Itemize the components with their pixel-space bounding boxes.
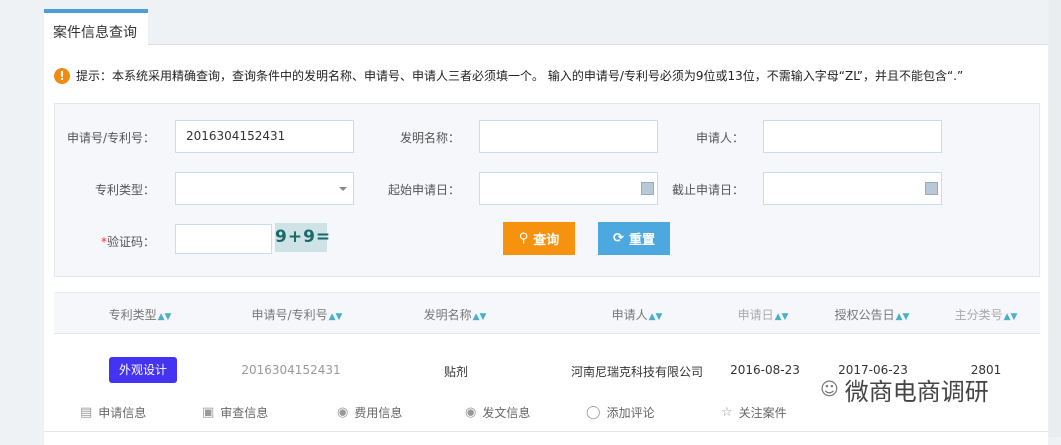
reset-button-label: 重置 xyxy=(628,233,655,248)
title-input[interactable] xyxy=(479,120,658,153)
reset-button[interactable]: ⟳ 重置 xyxy=(598,222,670,255)
header-app-date[interactable]: 申请日▲▼ xyxy=(738,306,789,323)
money-bag-icon: ◉ xyxy=(337,405,349,420)
type-select[interactable] xyxy=(175,172,354,205)
divider xyxy=(44,431,1048,432)
applicant-input[interactable] xyxy=(763,120,942,153)
warning-icon: ! xyxy=(54,67,70,84)
search-button-label: 查询 xyxy=(533,233,560,248)
sort-icon: ▲▼ xyxy=(157,312,172,322)
header-type[interactable]: 专利类型▲▼ xyxy=(109,306,172,323)
captcha-label: *验证码： xyxy=(45,233,155,250)
star-icon: ☆ xyxy=(721,405,733,420)
captcha-input[interactable] xyxy=(175,224,272,254)
search-icon: ⚲ xyxy=(518,231,529,246)
captcha-image[interactable]: 9+9= xyxy=(275,223,330,252)
header-title[interactable]: 发明名称▲▼ xyxy=(424,306,487,323)
refresh-icon: ⟳ xyxy=(613,231,624,246)
scrollbar[interactable] xyxy=(1049,0,1061,437)
notice-text: 提示：本系统采用精确查询，查询条件中的发明名称、申请号、申请人三者必须填一个。 … xyxy=(76,69,964,83)
start-date-input[interactable] xyxy=(479,172,658,205)
app-no-value: 2016304152431 xyxy=(186,129,286,143)
notice: ! 提示：本系统采用精确查询，查询条件中的发明名称、申请号、申请人三者必须填一个… xyxy=(54,67,963,84)
watermark: ☺ 微商电商调研 xyxy=(820,378,989,406)
app-no-label: 申请号/专利号： xyxy=(66,131,155,145)
header-grant-date[interactable]: 授权公告日▲▼ xyxy=(835,306,910,323)
end-date-input[interactable] xyxy=(763,172,942,205)
header-class[interactable]: 主分类号▲▼ xyxy=(955,306,1018,323)
title-cell: 贴剂 xyxy=(443,365,469,379)
start-date-label: 起始申请日： xyxy=(387,183,460,197)
action-review-info[interactable]: ▣ 审查信息 xyxy=(202,404,268,421)
chevron-down-icon xyxy=(339,187,347,195)
action-follow-case[interactable]: ☆ 关注案件 xyxy=(721,404,787,421)
action-add-comment[interactable]: ◯ 添加评论 xyxy=(586,404,655,421)
comment-icon: ◯ xyxy=(586,405,601,420)
sort-icon: ▲▼ xyxy=(1003,312,1018,322)
applicant-cell: 河南尼瑞克科技有限公司 xyxy=(570,365,704,379)
tab-bar: 案件信息查询 xyxy=(44,0,1048,46)
calendar-icon[interactable] xyxy=(925,182,938,195)
table-header: 专利类型▲▼ 申请号/专利号▲▼ 发明名称▲▼ 申请人▲▼ 申请日▲▼ 授权公告… xyxy=(54,292,1040,334)
end-date-label: 截止申请日： xyxy=(671,183,744,197)
sort-icon: ▲▼ xyxy=(648,312,663,322)
sort-icon: ▲▼ xyxy=(472,312,487,322)
header-app-no[interactable]: 申请号/专利号▲▼ xyxy=(252,306,343,323)
app-date-cell: 2016-08-23 xyxy=(730,363,800,377)
header-applicant[interactable]: 申请人▲▼ xyxy=(612,306,663,323)
action-app-info[interactable]: ▤ 申请信息 xyxy=(80,404,146,421)
title-label: 发明名称： xyxy=(399,131,460,145)
search-form: 申请号/专利号： 2016304152431 发明名称： 申请人： 专利类型： … xyxy=(54,103,1040,277)
sort-icon: ▲▼ xyxy=(328,312,343,322)
app-no-cell[interactable]: 2016304152431 xyxy=(241,363,340,377)
tab-case-query[interactable]: 案件信息查询 xyxy=(44,9,148,46)
applicant-label: 申请人： xyxy=(695,131,744,145)
money-bag-icon: ◉ xyxy=(465,405,477,420)
action-notice-info[interactable]: ◉ 发文信息 xyxy=(465,404,530,421)
document-icon: ▤ xyxy=(80,405,93,420)
type-label: 专利类型： xyxy=(94,183,155,197)
action-fee-info[interactable]: ◉ 费用信息 xyxy=(337,404,402,421)
app-no-input[interactable]: 2016304152431 xyxy=(175,120,354,153)
review-icon: ▣ xyxy=(202,405,215,420)
sort-icon: ▲▼ xyxy=(774,312,789,322)
wechat-icon: ☺ xyxy=(820,379,839,400)
patent-type-badge: 外观设计 xyxy=(109,357,177,383)
sort-icon: ▲▼ xyxy=(895,312,910,322)
captcha-label-text: 验证码： xyxy=(106,235,155,249)
tab-label: 案件信息查询 xyxy=(53,25,137,41)
search-button[interactable]: ⚲ 查询 xyxy=(503,222,575,255)
